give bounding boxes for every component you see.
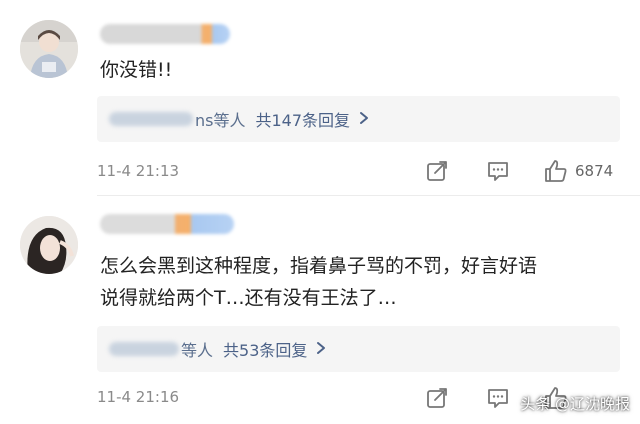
share-button[interactable] [426, 387, 448, 409]
replies-summary[interactable]: 等人 共53条回复 [97, 326, 620, 372]
comment-icon [486, 160, 510, 182]
share-icon [426, 387, 448, 409]
comment-text-line: 怎么会黑到这种程度，指着鼻子骂的不罚，好言好语 [100, 255, 538, 277]
like-button[interactable]: 6874 [543, 158, 613, 184]
reply-count: 共147条回复 [255, 111, 351, 130]
reply-names-blurred [109, 342, 179, 356]
watermark: 头条 @辽沈晚报 [520, 395, 630, 413]
comment-timestamp: 11-4 21:16 [97, 388, 180, 406]
share-icon [426, 160, 448, 182]
comment-item: 你没错!! ns等人 共147条回复 11-4 21:13 6874 [0, 0, 640, 196]
like-count: 6874 [575, 162, 614, 180]
chevron-right-icon [358, 110, 370, 129]
chevron-right-icon [315, 340, 327, 359]
avatar[interactable] [20, 20, 78, 78]
comment-item: 怎么会黑到这种程度，指着鼻子骂的不罚，好言好语 说得就给两个T…还有没有王法了…… [0, 196, 640, 424]
reply-names-suffix: ns等人 [195, 111, 246, 130]
thumbs-up-icon [543, 158, 569, 184]
replies-summary[interactable]: ns等人 共147条回复 [97, 96, 620, 142]
comment-text-line: 说得就给两个T…还有没有王法了… [100, 287, 397, 309]
avatar-image [20, 216, 78, 274]
avatar-image [20, 20, 78, 78]
reply-names-suffix: 等人 [181, 341, 214, 360]
share-button[interactable] [426, 160, 448, 182]
comment-icon [486, 387, 510, 409]
comment-text: 怎么会黑到这种程度，指着鼻子骂的不罚，好言好语 说得就给两个T…还有没有王法了… [100, 250, 620, 314]
reply-names-blurred [109, 112, 193, 126]
avatar[interactable] [20, 216, 78, 274]
comment-text: 你没错!! [100, 59, 173, 81]
reply-count: 共53条回复 [223, 341, 308, 360]
comment-timestamp: 11-4 21:13 [97, 162, 180, 180]
username-blurred[interactable] [100, 24, 230, 44]
comment-button[interactable] [486, 160, 510, 182]
comment-button[interactable] [486, 387, 510, 409]
username-blurred[interactable] [100, 214, 234, 234]
